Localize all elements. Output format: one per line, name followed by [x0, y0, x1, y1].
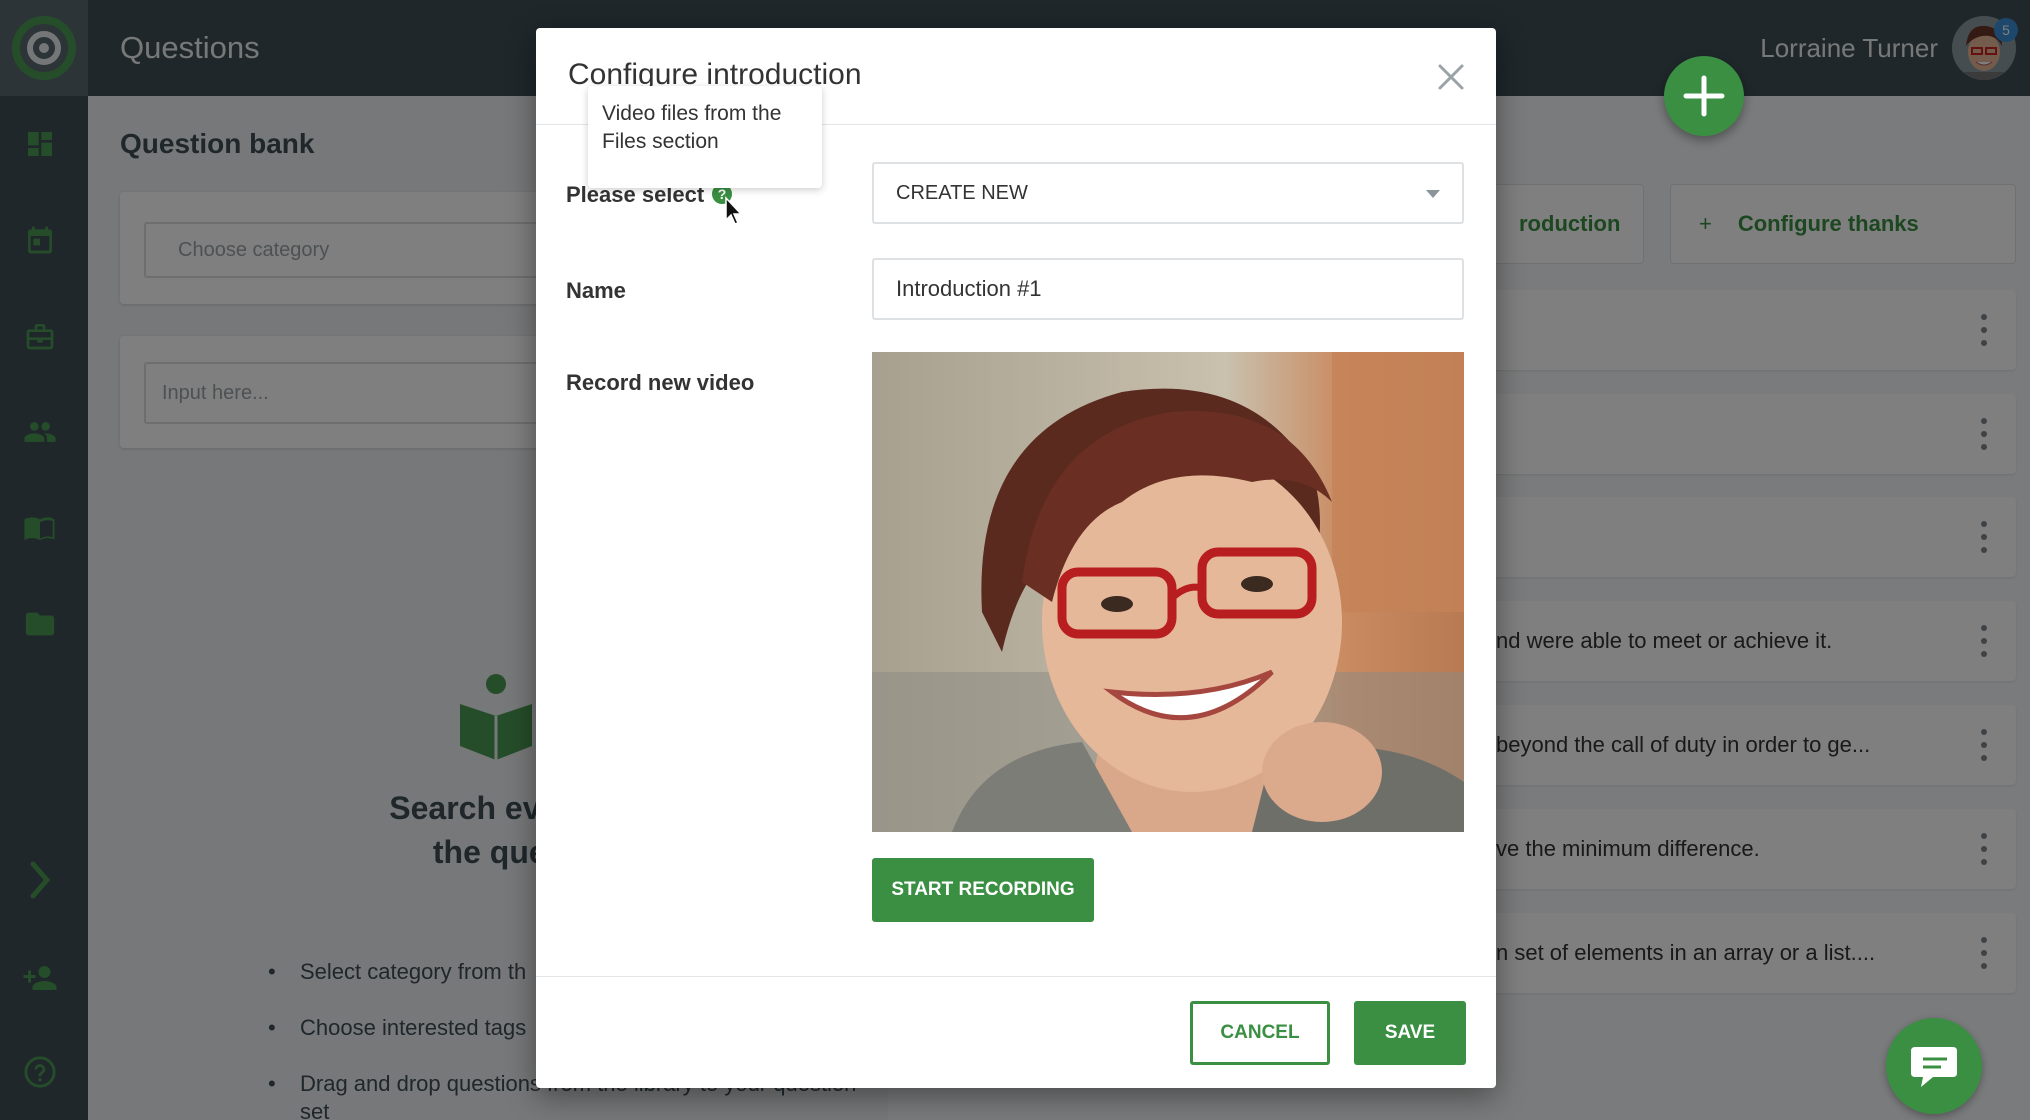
plus-icon: [1683, 75, 1725, 117]
name-input[interactable]: [872, 258, 1464, 320]
save-button[interactable]: SAVE: [1354, 1001, 1466, 1065]
add-button[interactable]: [1664, 56, 1744, 136]
record-video-label: Record new video: [566, 370, 755, 395]
source-select[interactable]: CREATE NEW: [872, 162, 1464, 224]
webcam-preview-image: [872, 352, 1464, 832]
start-recording-button[interactable]: START RECORDING: [872, 858, 1094, 922]
close-button[interactable]: [1436, 62, 1466, 92]
help-tooltip: Video files from the Files section: [588, 86, 822, 188]
divider: [536, 976, 1496, 977]
configure-introduction-dialog: Configure introduction Please select ? C…: [536, 28, 1496, 1088]
cancel-button[interactable]: CANCEL: [1190, 1001, 1330, 1065]
chevron-down-icon: [1426, 190, 1440, 198]
source-select-value: CREATE NEW: [896, 181, 1028, 204]
video-preview: [872, 352, 1464, 832]
name-label: Name: [566, 278, 626, 303]
mouse-cursor-icon: [724, 196, 744, 231]
chat-icon: [1911, 1047, 1957, 1087]
close-icon: [1438, 64, 1464, 90]
chat-button[interactable]: [1886, 1018, 1982, 1114]
